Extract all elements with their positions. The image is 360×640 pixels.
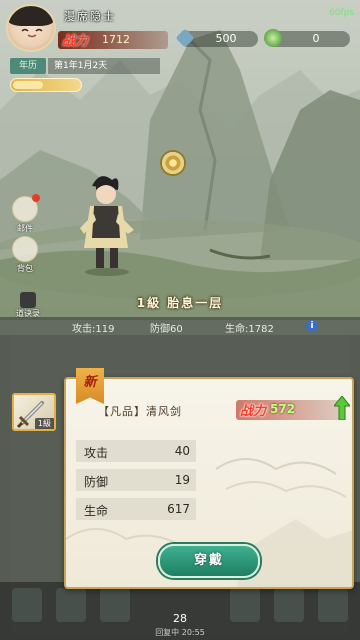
attribute-value: 617 <box>167 502 190 516</box>
stat-attack: 攻击:119 <box>72 324 115 335</box>
mail-button[interactable]: 邮件 <box>10 194 40 236</box>
bag-icon <box>12 236 38 262</box>
weapon-slot-level: 1級 <box>34 418 54 429</box>
info-icon[interactable]: i <box>306 320 318 332</box>
bottom-slot-icon[interactable] <box>12 588 42 622</box>
item-power: 战力 572 <box>236 400 340 420</box>
bottom-slot-icon[interactable] <box>56 588 86 622</box>
attribute-value: 19 <box>174 473 190 487</box>
bottom-slot-icon[interactable] <box>230 588 260 622</box>
hero-character[interactable] <box>70 168 140 278</box>
player-avatar[interactable] <box>6 4 56 52</box>
cultivation-realm: 1級 胎息一层 <box>136 296 224 310</box>
bottom-level: 28 <box>173 612 187 625</box>
power-value: 1712 <box>102 33 130 46</box>
attribute-key: 攻击 <box>84 446 109 460</box>
mail-badge <box>32 194 40 202</box>
calendar-date: 第1年1月2天 <box>48 58 160 74</box>
green-orb-counter[interactable]: 0 <box>264 29 350 47</box>
weapon-slot[interactable]: 1級 <box>12 393 56 431</box>
player-power: 战力 1712 <box>58 31 168 49</box>
attribute-key: 生命 <box>84 504 109 518</box>
green-orb-icon <box>264 29 282 47</box>
calendar-tag[interactable]: 年历 <box>10 58 46 74</box>
player-name: 漫席隐士 <box>64 10 116 23</box>
equip-button[interactable]: 穿戴 <box>158 544 260 578</box>
spirit-stone-icon <box>175 28 195 48</box>
power-up-arrow-icon <box>334 396 350 420</box>
calendar-progress-fill <box>13 81 43 89</box>
target-marker-icon[interactable] <box>160 150 186 176</box>
item-name: 【凡品】清风剑 <box>98 405 182 418</box>
attribute-value: 40 <box>174 444 190 458</box>
fps-counter: 60fps <box>328 8 354 18</box>
stat-hp: 生命:1782 <box>225 324 274 335</box>
spirit-stone-value: 500 <box>215 32 237 45</box>
attribute-row-defense: 防御 19 <box>76 469 196 491</box>
power-label: 战力 <box>62 34 89 49</box>
attribute-key: 防御 <box>84 475 109 489</box>
spirit-stone-counter[interactable]: 500 <box>175 28 258 48</box>
bag-button[interactable]: 背包 <box>10 236 40 276</box>
calendar-progress-bar <box>10 78 82 92</box>
bottom-slot-icon[interactable] <box>100 588 130 622</box>
attribute-row-attack: 攻击 40 <box>76 440 196 462</box>
green-orb-value: 0 <box>312 32 320 45</box>
bottom-recovery-text: 回复中 20:55 <box>155 628 205 637</box>
top-bar: 漫席隐士 战力 1712 500 0 60fps <box>0 0 360 52</box>
item-power-label: 战力 <box>240 404 267 419</box>
stat-defense: 防御60 <box>150 324 183 335</box>
stats-bar: 攻击:119 防御60 生命:1782 i <box>0 317 360 335</box>
attribute-row-hp: 生命 617 <box>76 498 196 520</box>
bottom-slot-icon[interactable] <box>318 588 348 622</box>
item-power-value: 572 <box>270 402 296 416</box>
bag-label: 背包 <box>17 264 33 273</box>
mail-label: 邮件 <box>17 224 33 233</box>
bottom-slot-icon[interactable] <box>274 588 304 622</box>
